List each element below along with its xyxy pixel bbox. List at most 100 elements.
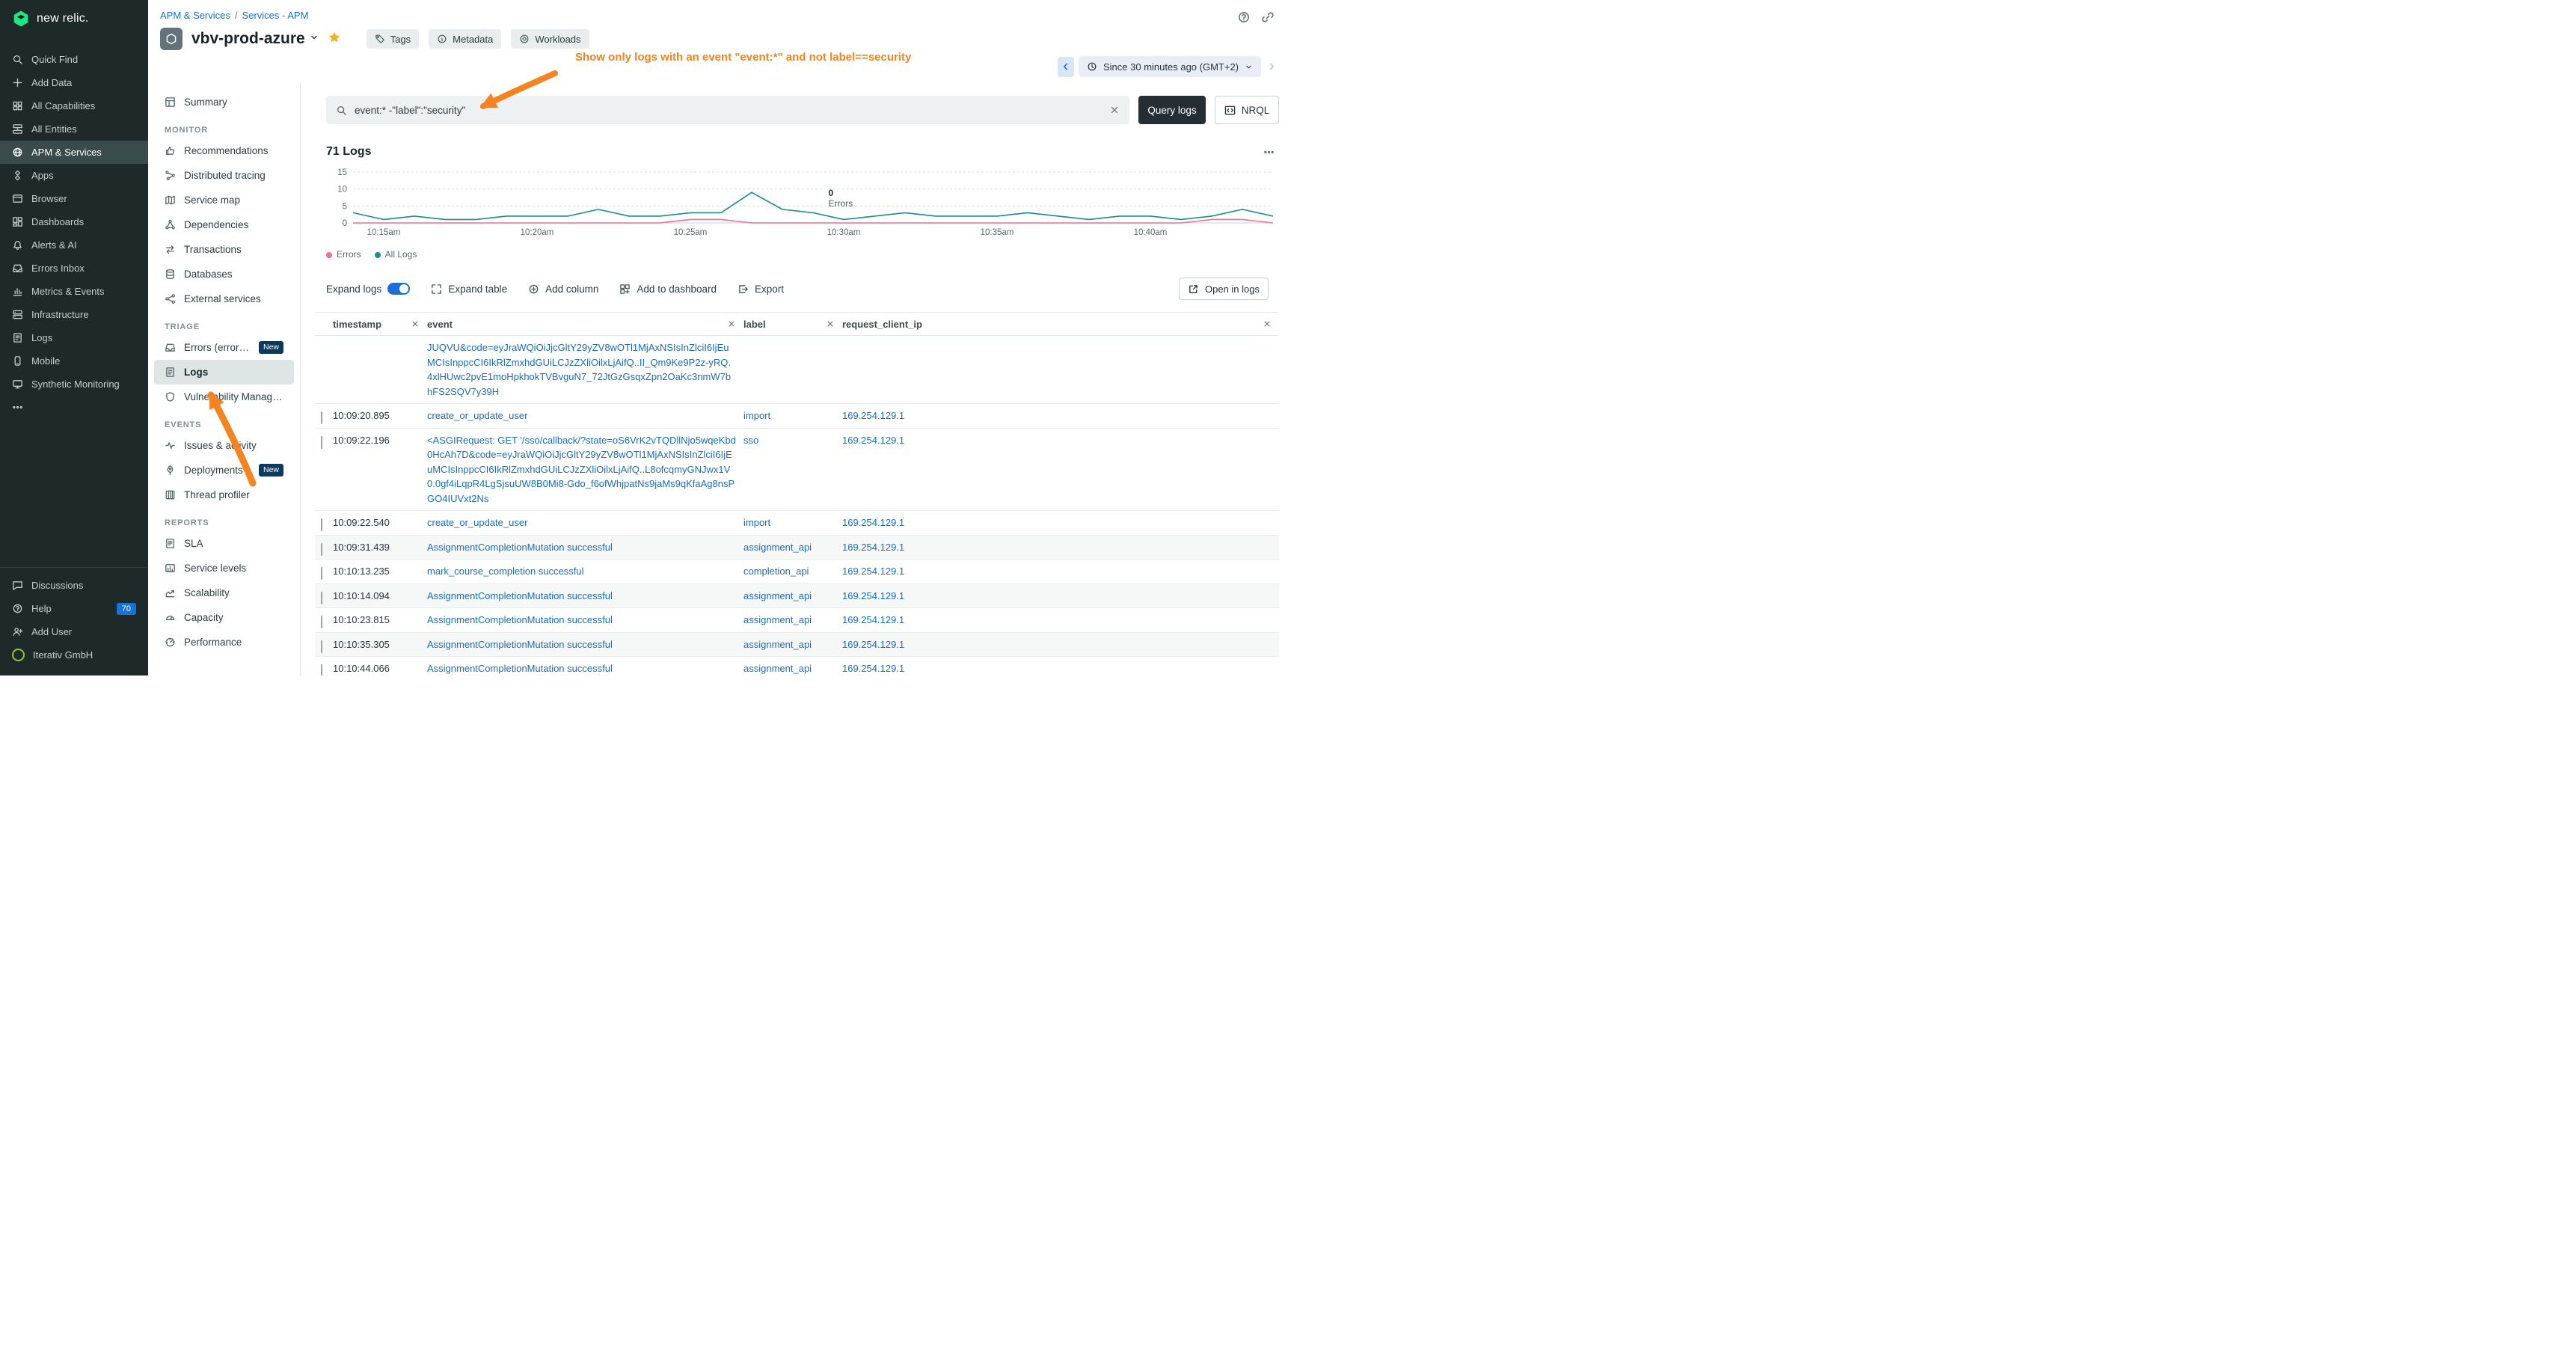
row-select-checkbox[interactable] [321, 543, 322, 556]
label-link[interactable]: assignment_api [743, 663, 812, 674]
row-select-checkbox[interactable] [321, 411, 322, 424]
subnav-item-capacity[interactable]: Capacity [154, 605, 294, 630]
export-button[interactable]: Export [737, 284, 784, 295]
label-link[interactable]: sso [743, 435, 758, 446]
sidebar-item-all-entities[interactable]: All Entities [0, 117, 148, 141]
table-row[interactable]: 10:10:35.305AssignmentCompletionMutation… [315, 633, 1279, 658]
table-row[interactable]: 10:10:23.815AssignmentCompletionMutation… [315, 608, 1279, 633]
open-in-logs-button[interactable]: Open in logs [1179, 278, 1269, 300]
request-client-ip-link[interactable]: 169.254.129.1 [842, 566, 904, 577]
sidebar-item-dashboards[interactable]: Dashboards [0, 210, 148, 233]
remove-column-button[interactable] [1263, 319, 1272, 328]
add-to-dashboard-button[interactable]: Add to dashboard [619, 284, 717, 295]
legend-errors[interactable]: Errors [326, 249, 361, 260]
event-link[interactable]: AssignmentCompletionMutation successful [427, 639, 613, 650]
subnav-item-databases[interactable]: Databases [154, 262, 294, 287]
subnav-item-vulnerability-management[interactable]: Vulnerability Management [154, 385, 294, 409]
nrql-button[interactable]: NRQL [1215, 96, 1279, 124]
request-client-ip-link[interactable]: 169.254.129.1 [842, 614, 904, 625]
table-row[interactable]: 10:10:13.235mark_course_completion succe… [315, 560, 1279, 584]
table-row[interactable]: 10:09:22.540create_or_update_userimport1… [315, 511, 1279, 536]
favorite-star-button[interactable] [328, 31, 341, 48]
request-client-ip-link[interactable]: 169.254.129.1 [842, 410, 904, 421]
query-logs-button[interactable]: Query logs [1138, 96, 1206, 124]
sidebar-item-add-user[interactable]: Add User [0, 620, 148, 643]
label-link[interactable]: completion_api [743, 566, 809, 577]
sidebar-item-logs[interactable]: Logs [0, 326, 148, 349]
column-header-request-client-ip[interactable]: request_client_ip [842, 313, 1279, 335]
event-link[interactable]: mark_course_completion successful [427, 566, 584, 577]
row-select-checkbox[interactable] [321, 436, 322, 449]
logs-options-button[interactable] [1263, 147, 1275, 158]
subnav-item-transactions[interactable]: Transactions [154, 237, 294, 262]
subnav-item-sla[interactable]: SLA [154, 531, 294, 556]
clear-query-button[interactable] [1109, 105, 1120, 115]
breadcrumb-link-services-apm[interactable]: Services - APM [242, 10, 309, 21]
request-client-ip-link[interactable]: 169.254.129.1 [842, 590, 904, 601]
sidebar-item-alerts-ai[interactable]: Alerts & AI [0, 233, 148, 257]
add-column-button[interactable]: Add column [528, 284, 598, 295]
event-link[interactable]: AssignmentCompletionMutation successful [427, 542, 613, 553]
chip-tags[interactable]: Tags [367, 29, 419, 49]
legend-all-logs[interactable]: All Logs [375, 249, 417, 260]
row-select-checkbox[interactable] [321, 616, 322, 628]
request-client-ip-link[interactable]: 169.254.129.1 [842, 663, 904, 674]
event-link[interactable]: AssignmentCompletionMutation successful [427, 614, 613, 625]
table-row[interactable]: 10:10:14.094AssignmentCompletionMutation… [315, 584, 1279, 609]
event-link[interactable]: AssignmentCompletionMutation successful [427, 663, 613, 674]
subnav-item-recommendations[interactable]: Recommendations [154, 138, 294, 163]
subnav-item-scalability[interactable]: Scalability [154, 580, 294, 605]
time-forward-button[interactable] [1266, 62, 1278, 71]
row-select-checkbox[interactable] [321, 567, 322, 580]
sidebar-item-quick-find[interactable]: Quick Find [0, 48, 148, 71]
subnav-item-external-services[interactable]: External services [154, 287, 294, 311]
column-header-label[interactable]: label [743, 313, 842, 335]
row-select-checkbox[interactable] [321, 592, 322, 604]
subnav-item-logs[interactable]: Logs [154, 360, 294, 385]
sidebar-item-apps[interactable]: Apps [0, 164, 148, 187]
time-range-button[interactable]: Since 30 minutes ago (GMT+2) [1079, 56, 1261, 77]
request-client-ip-link[interactable]: 169.254.129.1 [842, 435, 904, 446]
column-header-timestamp[interactable]: timestamp [333, 313, 427, 335]
label-link[interactable]: import [743, 410, 770, 421]
row-select-checkbox[interactable] [321, 664, 322, 676]
event-link[interactable]: create_or_update_user [427, 517, 527, 528]
event-link[interactable]: <ASGIRequest: GET '/sso/callback/?state=… [427, 435, 736, 504]
request-client-ip-link[interactable]: 169.254.129.1 [842, 517, 904, 528]
remove-column-button[interactable] [411, 319, 420, 328]
logs-search-input[interactable]: event:* -"label":"security" [326, 96, 1129, 124]
request-client-ip-link[interactable]: 169.254.129.1 [842, 639, 904, 650]
sidebar-item-errors-inbox[interactable]: Errors Inbox [0, 257, 148, 280]
label-link[interactable]: assignment_api [743, 590, 812, 601]
sidebar-item-apm-services[interactable]: APM & Services [0, 141, 148, 164]
label-link[interactable]: import [743, 517, 770, 528]
sidebar-item-add-data[interactable]: Add Data [0, 71, 148, 94]
subnav-item-deployments[interactable]: DeploymentsNew [154, 458, 294, 482]
sidebar-item-mobile[interactable]: Mobile [0, 349, 148, 373]
sidebar-item-help[interactable]: Help70 [0, 597, 148, 620]
sidebar-item-metrics-events[interactable]: Metrics & Events [0, 280, 148, 303]
subnav-item-performance[interactable]: Performance [154, 630, 294, 655]
subnav-item-service-levels[interactable]: Service levels [154, 556, 294, 580]
row-select-checkbox[interactable] [321, 518, 322, 531]
subnav-item-service-map[interactable]: Service map [154, 188, 294, 212]
label-link[interactable]: assignment_api [743, 614, 812, 625]
column-header-event[interactable]: event [427, 313, 743, 335]
breadcrumb-link-apm-services[interactable]: APM & Services [160, 10, 230, 21]
remove-column-button[interactable] [727, 319, 736, 328]
event-link[interactable]: AssignmentCompletionMutation successful [427, 590, 613, 601]
chip-metadata[interactable]: Metadata [429, 29, 501, 49]
table-row[interactable]: 10:09:31.439AssignmentCompletionMutation… [315, 536, 1279, 560]
row-select-checkbox[interactable] [321, 640, 322, 653]
table-row[interactable]: JUQVU&code=eyJraWQiOiJjcGltY29yZV8wOTl1M… [315, 336, 1279, 404]
copy-link-icon[interactable] [1261, 10, 1275, 24]
entity-switcher-chevron[interactable] [310, 32, 319, 46]
sidebar-item-discussions[interactable]: Discussions [0, 574, 148, 597]
label-link[interactable]: assignment_api [743, 542, 812, 553]
subnav-item-distributed-tracing[interactable]: Distributed tracing [154, 163, 294, 188]
subnav-item-summary[interactable]: Summary [154, 90, 294, 114]
chip-workloads[interactable]: Workloads [511, 29, 589, 49]
event-link[interactable]: create_or_update_user [427, 410, 527, 421]
subnav-item-thread-profiler[interactable]: Thread profiler [154, 482, 294, 507]
subnav-item-dependencies[interactable]: Dependencies [154, 212, 294, 237]
